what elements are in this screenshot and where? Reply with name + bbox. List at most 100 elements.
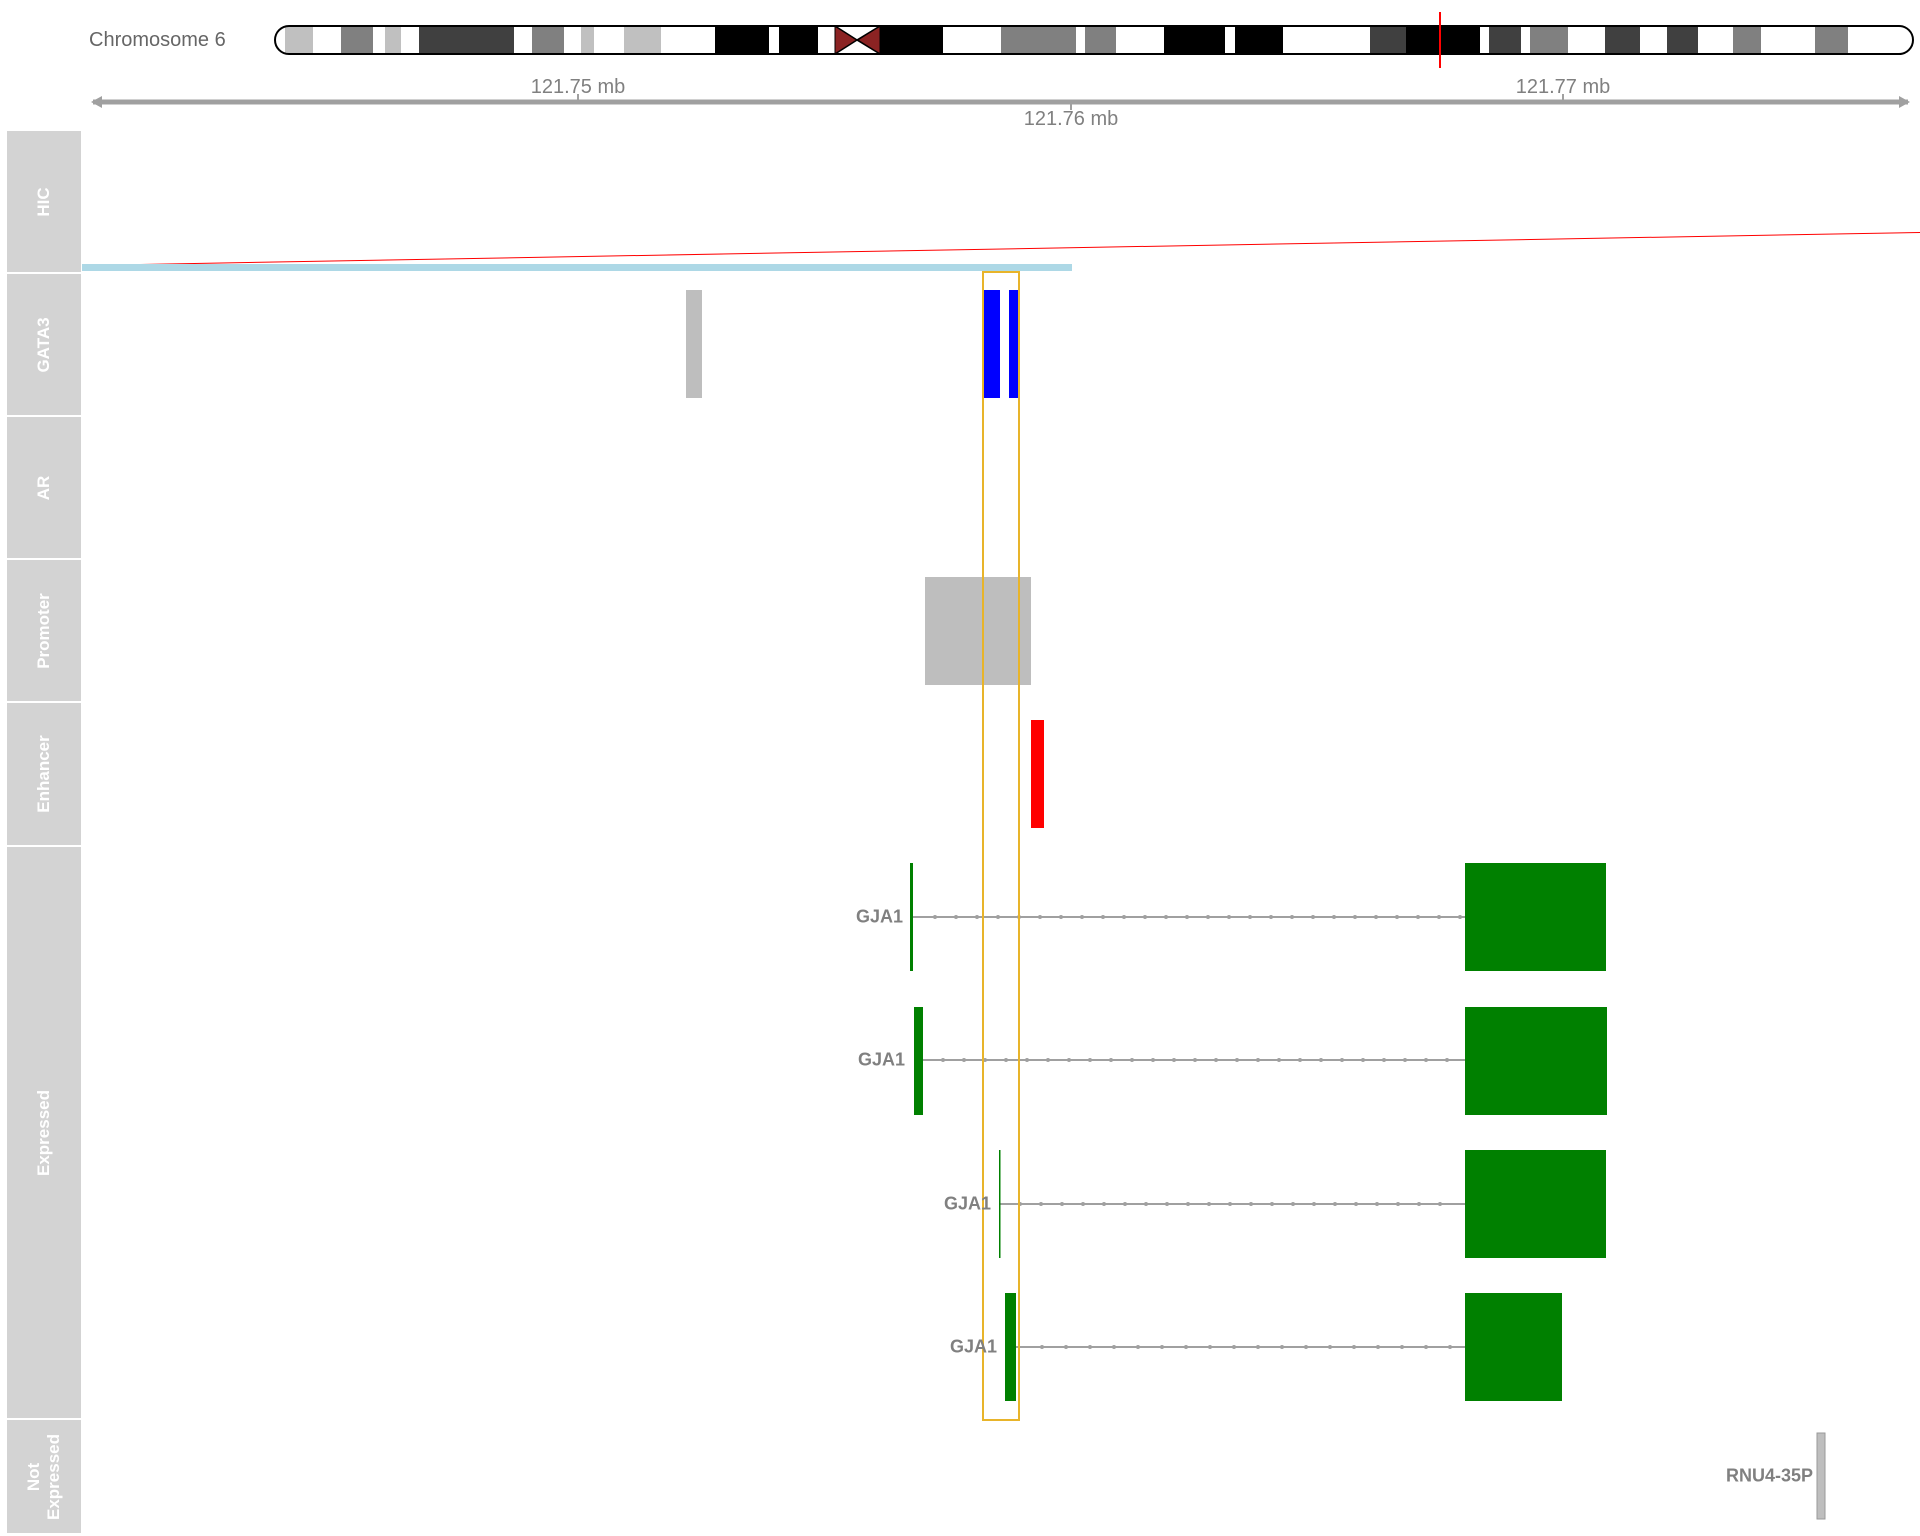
intron-strand-marker [1101, 915, 1105, 919]
intron-strand-marker [1136, 1345, 1140, 1349]
genome-track-figure: Chromosome 6 121.75 mb 121.76 mb 121.77 … [0, 0, 1920, 1536]
intron-strand-marker [1417, 1202, 1421, 1206]
intron-strand-marker [1361, 1058, 1365, 1062]
exon [1465, 863, 1606, 971]
intron-strand-marker [1059, 915, 1063, 919]
intron-strand-marker [1400, 1345, 1404, 1349]
intron-strand-marker [1277, 1058, 1281, 1062]
transcript-3 [999, 1150, 1606, 1258]
intron-strand-marker [1039, 1202, 1043, 1206]
intron-strand-marker [1448, 1345, 1452, 1349]
intron-strand-marker [1109, 1058, 1113, 1062]
gene-label: GJA1 [949, 1336, 997, 1357]
intron-strand-marker [1424, 1058, 1428, 1062]
intron-strand-marker [1122, 915, 1126, 919]
intron-strand-marker [1172, 1058, 1176, 1062]
intron-strand-marker [1354, 1202, 1358, 1206]
transcript-1 [910, 863, 1606, 971]
hic-anchor [82, 264, 1072, 271]
intron-strand-marker [996, 915, 1000, 919]
intron-strand-marker [1184, 1345, 1188, 1349]
exon [1465, 1293, 1562, 1401]
gene-label: GJA1 [857, 1049, 905, 1070]
gata3-peak-gray [686, 290, 702, 398]
intron-strand-marker [933, 915, 937, 919]
enhancer-region [1031, 720, 1044, 828]
intron-strand-marker [1270, 1202, 1274, 1206]
intron-strand-marker [1130, 1058, 1134, 1062]
intron-strand-marker [1186, 1202, 1190, 1206]
intron-strand-marker [1102, 1202, 1106, 1206]
intron-strand-marker [1438, 1202, 1442, 1206]
intron-strand-marker [1185, 915, 1189, 919]
intron-strand-marker [1080, 915, 1084, 919]
intron-strand-marker [1333, 1202, 1337, 1206]
intron-strand-marker [1269, 915, 1273, 919]
intron-strand-marker [1340, 1058, 1344, 1062]
intron-strand-marker [941, 1058, 945, 1062]
intron-strand-marker [1214, 1058, 1218, 1062]
intron-strand-marker [1193, 1058, 1197, 1062]
intron-strand-marker [1248, 915, 1252, 919]
intron-strand-marker [1208, 1345, 1212, 1349]
intron-strand-marker [1235, 1058, 1239, 1062]
exon [1465, 1007, 1607, 1115]
intron-strand-marker [1227, 915, 1231, 919]
intron-strand-marker [1164, 915, 1168, 919]
intron-strand-marker [1437, 915, 1441, 919]
intron-strand-marker [1081, 1202, 1085, 1206]
intron-strand-marker [1332, 915, 1336, 919]
intron-strand-marker [1416, 915, 1420, 919]
feature-tracks [82, 232, 1920, 1520]
intron-strand-marker [1403, 1058, 1407, 1062]
intron-strand-marker [1025, 1058, 1029, 1062]
intron-strand-marker [962, 1058, 966, 1062]
transcript-2 [914, 1007, 1607, 1115]
intron-strand-marker [1311, 915, 1315, 919]
intron-strand-marker [1396, 1202, 1400, 1206]
intron-strand-marker [1291, 1202, 1295, 1206]
intron-strand-marker [1151, 1058, 1155, 1062]
exon [1005, 1293, 1016, 1401]
intron-strand-marker [1046, 1058, 1050, 1062]
intron-strand-marker [1207, 1202, 1211, 1206]
intron-strand-marker [1328, 1345, 1332, 1349]
intron-strand-marker [1228, 1202, 1232, 1206]
intron-strand-marker [954, 915, 958, 919]
intron-strand-marker [1060, 1202, 1064, 1206]
intron-strand-marker [1319, 1058, 1323, 1062]
intron-strand-marker [1290, 915, 1294, 919]
intron-strand-marker [1424, 1345, 1428, 1349]
intron-strand-marker [1123, 1202, 1127, 1206]
intron-strand-marker [1353, 915, 1357, 919]
intron-strand-marker [1374, 915, 1378, 919]
intron-strand-marker [1256, 1345, 1260, 1349]
intron-strand-marker [1256, 1058, 1260, 1062]
intron-strand-marker [1067, 1058, 1071, 1062]
intron-strand-marker [1064, 1345, 1068, 1349]
intron-strand-marker [1375, 1202, 1379, 1206]
intron-strand-marker [1458, 915, 1462, 919]
exon [910, 863, 913, 971]
intron-strand-marker [1088, 1058, 1092, 1062]
promoter-region [925, 577, 1031, 685]
intron-strand-marker [1004, 1058, 1008, 1062]
intron-strand-marker [1232, 1345, 1236, 1349]
exon [1465, 1150, 1606, 1258]
intron-strand-marker [1040, 1345, 1044, 1349]
intron-strand-marker [1249, 1202, 1253, 1206]
intron-strand-marker [1206, 915, 1210, 919]
gene-label: GJA1 [943, 1193, 991, 1214]
intron-strand-marker [1352, 1345, 1356, 1349]
gata3-peak [983, 290, 1000, 398]
intron-strand-marker [975, 915, 979, 919]
intron-strand-marker [1038, 915, 1042, 919]
intron-strand-marker [1298, 1058, 1302, 1062]
exon [999, 1150, 1001, 1258]
gene-label: GJA1 [855, 906, 903, 927]
highlight-region-box [982, 271, 1020, 1421]
not-expressed-feature [1816, 1432, 1826, 1520]
intron-strand-marker [1304, 1345, 1308, 1349]
intron-strand-marker [1382, 1058, 1386, 1062]
intron-strand-marker [1112, 1345, 1116, 1349]
